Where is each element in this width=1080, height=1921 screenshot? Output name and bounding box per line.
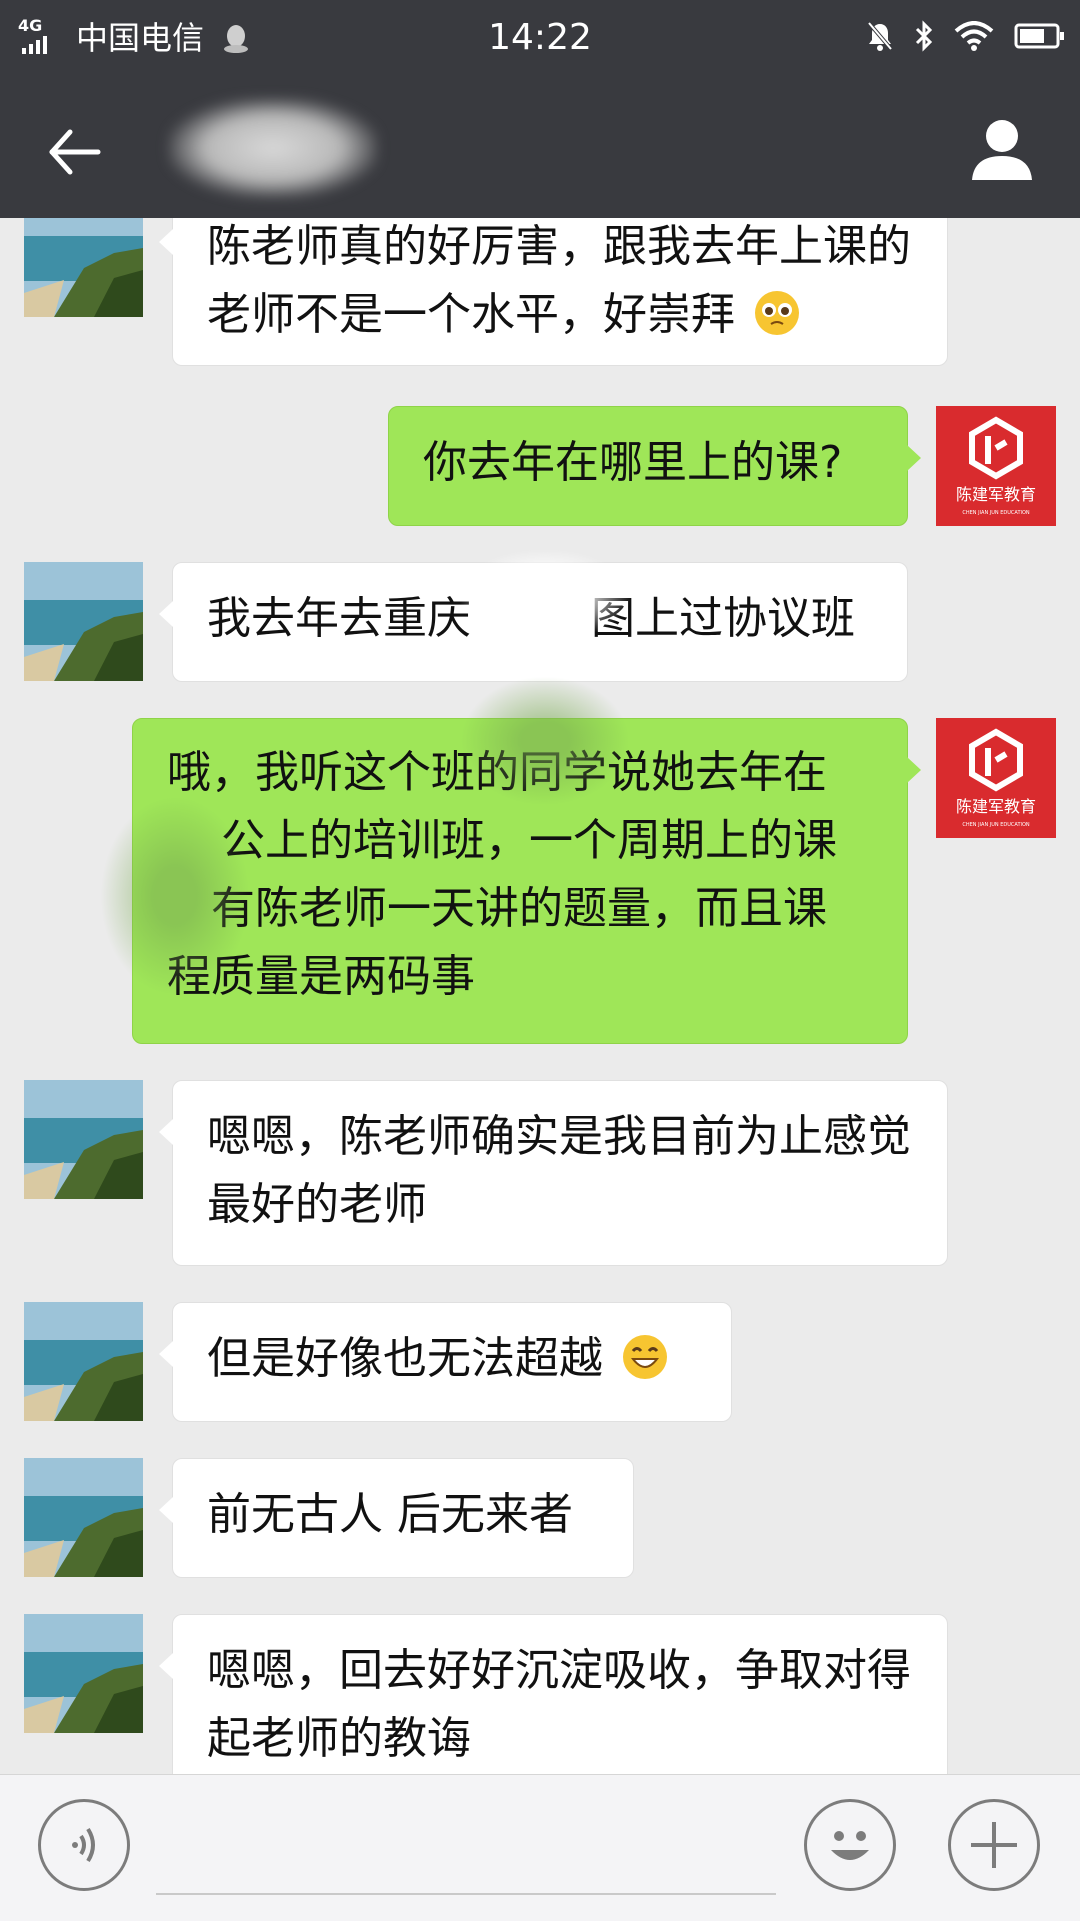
- message-text: 陈老师真的好厉害，跟我去年上课的老师不是一个水平，好崇拜: [207, 221, 911, 340]
- voice-input-button[interactable]: [38, 1799, 130, 1891]
- message-text-continued: 图上过协议班: [591, 593, 855, 644]
- brand-name: 陈建军教育: [956, 485, 1036, 504]
- emoji-button[interactable]: [804, 1799, 896, 1891]
- status-icons: [866, 20, 1066, 52]
- battery-icon: [1014, 23, 1064, 49]
- back-arrow-icon[interactable]: [46, 124, 102, 180]
- brand-logo-icon: 陈建军教育 CHEN JIAN JUN EDUCATION: [956, 728, 1036, 828]
- more-options-button[interactable]: [948, 1799, 1040, 1891]
- contact-avatar[interactable]: [24, 1302, 143, 1421]
- message-list[interactable]: 陈老师真的好厉害，跟我去年上课的老师不是一个水平，好崇拜 你去年在哪里上的课? …: [0, 218, 1080, 1774]
- contact-avatar[interactable]: [24, 1458, 143, 1577]
- message-bubble[interactable]: 陈老师真的好厉害，跟我去年上课的老师不是一个水平，好崇拜: [159, 218, 948, 366]
- bluetooth-icon: [915, 20, 933, 52]
- contact-avatar[interactable]: [24, 218, 143, 317]
- contact-avatar[interactable]: [24, 1080, 143, 1199]
- my-avatar[interactable]: 陈建军教育 CHEN JIAN JUN EDUCATION: [936, 406, 1056, 526]
- message-bubble[interactable]: 你去年在哪里上的课?: [388, 406, 921, 526]
- message-input[interactable]: [156, 1893, 776, 1895]
- contact-name-redacted: [168, 98, 378, 198]
- redaction-smudge: [460, 676, 630, 806]
- brand-name: 陈建军教育: [956, 797, 1036, 816]
- wifi-icon: [954, 21, 994, 51]
- input-bar: [0, 1774, 1080, 1921]
- message-bubble[interactable]: 前无古人 后无来者: [159, 1458, 634, 1578]
- mute-bell-icon: [867, 21, 893, 51]
- brand-subtitle: CHEN JIAN JUN EDUCATION: [962, 822, 1030, 828]
- message-text: 嗯嗯，陈老师确实是我目前为止感觉最好的老师: [207, 1111, 911, 1230]
- pleading-face-icon: [755, 291, 799, 335]
- message-text: 嗯嗯，回去好好沉淀吸收，争取对得起老师的教诲: [207, 1645, 911, 1764]
- message-bubble[interactable]: 嗯嗯，陈老师确实是我目前为止感觉最好的老师: [159, 1080, 948, 1266]
- message-text: 前无古人 后无来者: [207, 1489, 573, 1540]
- redaction-smudge: [460, 550, 630, 640]
- chat-header: [0, 80, 1080, 218]
- message-line: 有陈老师一天讲的题量，而且课: [211, 883, 827, 934]
- status-bar: 4G 中国电信 14:22: [0, 0, 1080, 80]
- voice-icon: [72, 1827, 95, 1863]
- message-text: 我去年去重庆: [207, 593, 471, 644]
- message-text: 但是好像也无法超越: [207, 1333, 603, 1384]
- message-bubble[interactable]: 但是好像也无法超越: [159, 1302, 732, 1422]
- message-line: 程质量是两码事: [167, 951, 475, 1002]
- redaction-smudge: [100, 796, 250, 996]
- brand-subtitle: CHEN JIAN JUN EDUCATION: [962, 510, 1030, 516]
- smiley-icon: [831, 1831, 869, 1860]
- brand-logo-icon: 陈建军教育 CHEN JIAN JUN EDUCATION: [956, 416, 1036, 516]
- plus-icon: [971, 1822, 1017, 1868]
- message-bubble[interactable]: 嗯嗯，回去好好沉淀吸收，争取对得起老师的教诲: [159, 1614, 948, 1774]
- my-avatar[interactable]: 陈建军教育 CHEN JIAN JUN EDUCATION: [936, 718, 1056, 838]
- contact-avatar[interactable]: [24, 1614, 143, 1733]
- profile-icon[interactable]: [970, 116, 1034, 182]
- grinning-face-icon: [623, 1335, 667, 1379]
- message-text: 你去年在哪里上的课?: [423, 437, 843, 488]
- message-line: 公上的培训班，一个周期上的课: [221, 815, 837, 866]
- contact-avatar[interactable]: [24, 562, 143, 681]
